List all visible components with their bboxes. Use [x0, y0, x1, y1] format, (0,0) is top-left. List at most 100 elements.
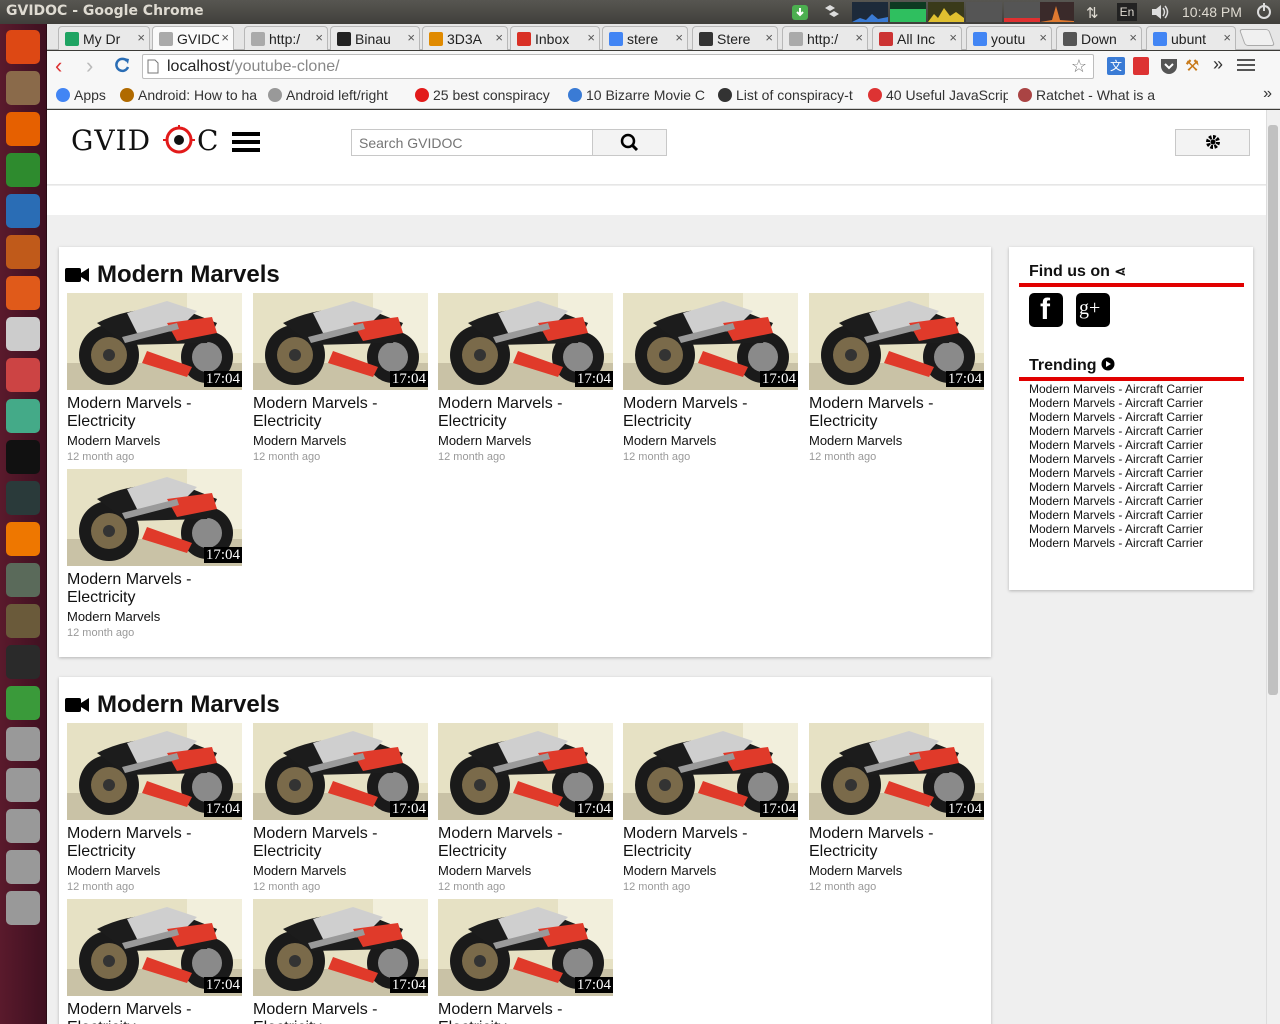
back-button[interactable]: ‹ [55, 55, 62, 77]
video-thumbnail[interactable]: 17:04 [253, 723, 428, 820]
close-tab-icon[interactable]: × [947, 30, 957, 45]
impress-icon[interactable] [6, 235, 40, 269]
volume-icon[interactable] [1150, 3, 1172, 23]
video-title[interactable]: Modern Marvels - Electricity [253, 1001, 428, 1024]
translate-icon[interactable]: 文 [1107, 57, 1125, 75]
calc-icon[interactable] [6, 153, 40, 187]
search-input[interactable] [351, 129, 593, 156]
close-tab-icon[interactable]: × [763, 30, 773, 45]
drive3-icon[interactable] [6, 809, 40, 843]
bookmark-5[interactable]: List of conspiracy-t [718, 87, 860, 103]
video-title[interactable]: Modern Marvels - Electricity [438, 395, 613, 431]
tab-9[interactable]: All Inc × [872, 26, 962, 50]
video-title[interactable]: Modern Marvels - Electricity [623, 395, 798, 431]
forward-button[interactable]: › [86, 55, 93, 77]
more-extensions-icon[interactable]: » [1213, 54, 1223, 75]
monitor-icon[interactable] [6, 481, 40, 515]
tab-5[interactable]: Inbox × [510, 26, 600, 50]
sublime-icon[interactable] [6, 604, 40, 638]
bookmark-4[interactable]: 10 Bizarre Movie C [568, 87, 708, 103]
close-tab-icon[interactable]: × [585, 30, 595, 45]
bookmark-2[interactable]: Android left/right [268, 87, 398, 103]
terminal-icon[interactable] [6, 645, 40, 679]
trending-item[interactable]: Modern Marvels - Aircraft Carrier [1029, 480, 1249, 494]
close-tab-icon[interactable]: × [673, 30, 683, 45]
chrome-icon[interactable] [6, 399, 40, 433]
video-channel[interactable]: Modern Marvels [623, 433, 798, 448]
video-title[interactable]: Modern Marvels - Electricity [253, 395, 428, 431]
new-tab-button[interactable] [1238, 29, 1276, 46]
video-thumbnail[interactable]: 17:04 [623, 293, 798, 390]
settings-button[interactable] [1175, 129, 1250, 156]
ubuntu-dash-icon[interactable] [6, 30, 40, 64]
tab-10[interactable]: youtu × [966, 26, 1052, 50]
video-thumbnail[interactable]: 17:04 [438, 723, 613, 820]
extension-hammer-icon[interactable]: ⚒ [1185, 56, 1199, 76]
video-thumbnail[interactable]: 17:04 [438, 899, 613, 996]
tab-3[interactable]: Binau × [330, 26, 420, 50]
trending-item[interactable]: Modern Marvels - Aircraft Carrier [1029, 382, 1249, 396]
vlc-icon[interactable] [6, 522, 40, 556]
video-thumbnail[interactable]: 17:04 [253, 293, 428, 390]
video-card[interactable]: 17:04 Modern Marvels - Electricity Modern … [809, 723, 984, 893]
video-card[interactable]: 17:04 Modern Marvels - Electricity Modern … [623, 723, 798, 893]
bookmark-6[interactable]: 40 Useful JavaScrip [868, 87, 1008, 103]
facebook-icon[interactable]: f [1029, 293, 1063, 327]
drive4-icon[interactable] [6, 850, 40, 884]
tab-1[interactable]: GVIDO × [152, 26, 234, 50]
network-icon[interactable]: ⇅ [1086, 4, 1106, 24]
bookmark-3[interactable]: 25 best conspiracy [415, 87, 557, 103]
trending-item[interactable]: Modern Marvels - Aircraft Carrier [1029, 466, 1249, 480]
video-thumbnail[interactable]: 17:04 [809, 723, 984, 820]
video-card[interactable]: 17:04 Modern Marvels - Electricity Modern … [67, 723, 242, 893]
address-bar[interactable]: localhost/youtube-clone/ ☆ [142, 54, 1094, 79]
video-channel[interactable]: Modern Marvels [438, 433, 613, 448]
video-channel[interactable]: Modern Marvels [809, 433, 984, 448]
video-thumbnail[interactable]: 17:04 [67, 469, 242, 566]
reload-button[interactable] [113, 56, 131, 79]
video-channel[interactable]: Modern Marvels [67, 863, 242, 878]
trending-item[interactable]: Modern Marvels - Aircraft Carrier [1029, 424, 1249, 438]
video-thumbnail[interactable]: 17:04 [67, 293, 242, 390]
trending-item[interactable]: Modern Marvels - Aircraft Carrier [1029, 508, 1249, 522]
video-channel[interactable]: Modern Marvels [67, 433, 242, 448]
video-title[interactable]: Modern Marvels - Electricity [67, 571, 242, 607]
firefox-icon[interactable] [6, 112, 40, 146]
tab-6[interactable]: stere × [602, 26, 688, 50]
clock[interactable]: 10:48 PM [1182, 4, 1242, 24]
video-channel[interactable]: Modern Marvels [253, 433, 428, 448]
video-title[interactable]: Modern Marvels - Electricity [67, 395, 242, 431]
video-title[interactable]: Modern Marvels - Electricity [253, 825, 428, 861]
keyboard-layout[interactable]: En [1117, 3, 1137, 21]
close-tab-icon[interactable]: × [219, 30, 229, 45]
settings-icon[interactable] [6, 358, 40, 392]
dropbox-icon[interactable] [822, 2, 842, 22]
video-thumbnail[interactable]: 17:04 [67, 723, 242, 820]
bookmark-star-icon[interactable]: ☆ [1071, 56, 1087, 77]
tab-0[interactable]: My Dr × [58, 26, 150, 50]
tab-11[interactable]: Down × [1056, 26, 1142, 50]
search-button[interactable] [592, 129, 667, 156]
bookmark-0[interactable]: Apps [56, 87, 116, 103]
video-card[interactable]: 17:04 Modern Marvels - Electricity Modern … [438, 723, 613, 893]
video-card[interactable]: 17:04 Modern Marvels - Electricity Modern … [809, 293, 984, 463]
close-tab-icon[interactable]: × [853, 30, 863, 45]
close-tab-icon[interactable]: × [135, 30, 145, 45]
tab-2[interactable]: http:/× [244, 26, 328, 50]
updater-icon[interactable] [6, 563, 40, 597]
close-tab-icon[interactable]: × [1037, 30, 1047, 45]
tab-8[interactable]: http:/× [782, 26, 868, 50]
video-channel[interactable]: Modern Marvels [438, 863, 613, 878]
video-thumbnail[interactable]: 17:04 [809, 293, 984, 390]
software-center-icon[interactable] [6, 276, 40, 310]
unity-a-icon[interactable] [6, 440, 40, 474]
trash-icon[interactable] [6, 891, 40, 925]
close-tab-icon[interactable]: × [1127, 30, 1137, 45]
video-card[interactable]: 17:04 Modern Marvels - Electricity Modern … [67, 293, 242, 463]
more-bookmarks-icon[interactable]: » [1263, 85, 1272, 103]
power-icon[interactable] [1255, 2, 1275, 22]
video-card[interactable]: 17:04 Modern Marvels - Electricity Modern … [623, 293, 798, 463]
video-card[interactable]: 17:04 Modern Marvels - Electricity Modern … [438, 293, 613, 463]
video-card[interactable]: 17:04 Modern Marvels - Electricity Modern … [253, 723, 428, 893]
video-title[interactable]: Modern Marvels - Electricity [438, 825, 613, 861]
